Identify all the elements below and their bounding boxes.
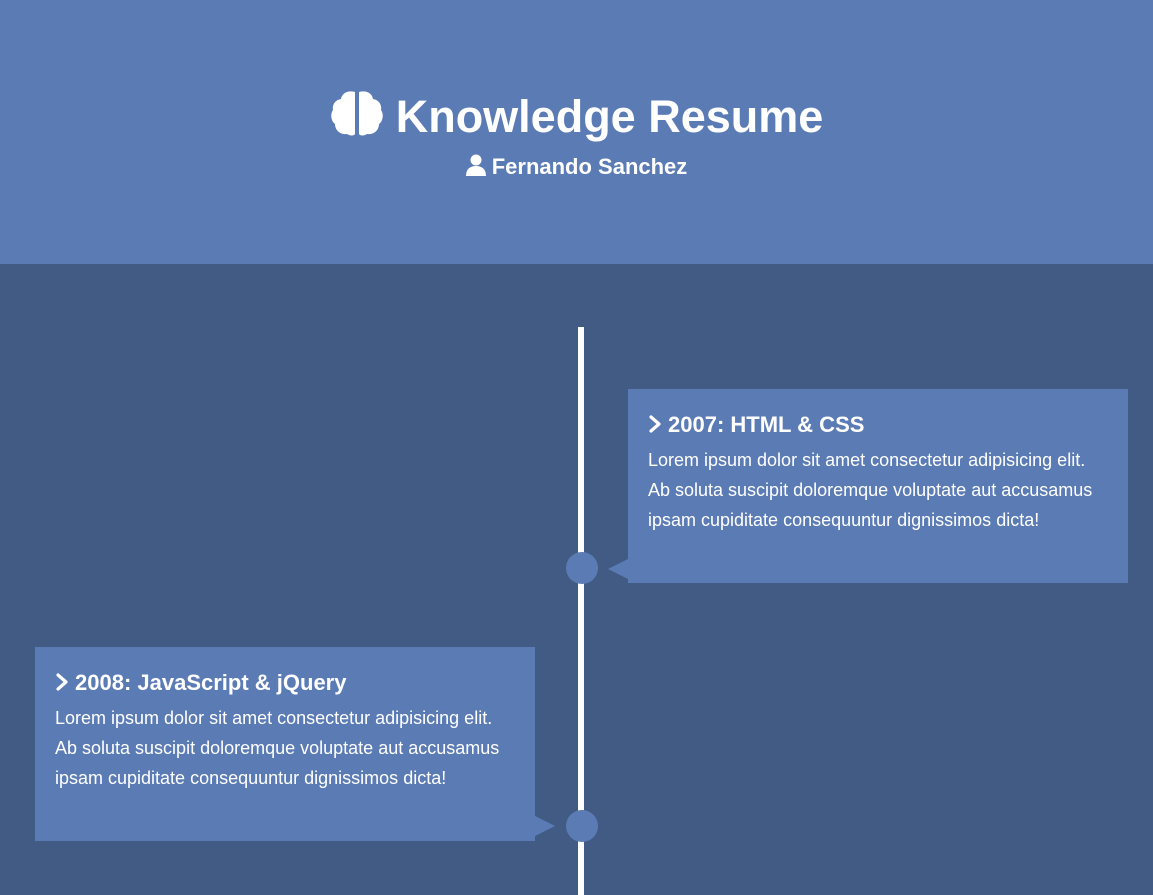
card-pointer	[608, 559, 628, 579]
timeline-dot	[566, 810, 598, 842]
timeline-card-title-text: 2007: HTML & CSS	[668, 412, 865, 437]
timeline-card: 2007: HTML & CSS Lorem ipsum dolor sit a…	[628, 389, 1128, 583]
page-title-row: Knowledge Resume	[0, 86, 1153, 145]
card-pointer	[535, 816, 555, 836]
timeline-card: 2008: JavaScript & jQuery Lorem ipsum do…	[35, 647, 535, 841]
brain-icon	[330, 89, 384, 137]
chevron-right-icon	[55, 670, 69, 691]
timeline-card-body: Lorem ipsum dolor sit amet consectetur a…	[648, 450, 1093, 530]
author-name: Fernando Sanchez	[491, 154, 688, 180]
page-header: Knowledge Resume Fernando Sanchez	[0, 0, 1153, 264]
timeline-card-title: 2008: JavaScript & jQuery	[55, 669, 515, 697]
timeline-card-body: Lorem ipsum dolor sit amet consectetur a…	[55, 708, 500, 788]
author-row: Fernando Sanchez	[0, 152, 1153, 181]
user-icon	[465, 154, 486, 177]
timeline-card-title: 2007: HTML & CSS	[648, 411, 1108, 439]
timeline-card-title-text: 2008: JavaScript & jQuery	[75, 670, 347, 695]
chevron-right-icon	[648, 412, 662, 433]
timeline-dot	[566, 552, 598, 584]
page-title: Knowledge Resume	[395, 91, 824, 143]
